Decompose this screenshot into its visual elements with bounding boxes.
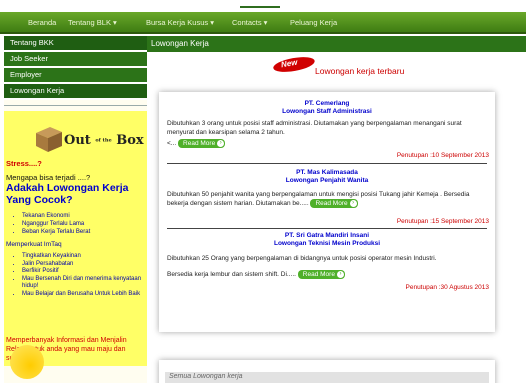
reasons-list: Tekanan Ekonomi Nganggur Terlalu Lama Be… bbox=[18, 212, 90, 236]
nav-beranda[interactable]: Beranda bbox=[28, 18, 56, 27]
all-jobs-title: Semua Lowongan kerja bbox=[169, 373, 243, 380]
job-deadline: Penutupan :30 Agustus 2013 bbox=[405, 284, 490, 291]
job-divider bbox=[167, 228, 487, 229]
main-content: Lowongan Kerja New Lowongan kerja terbar… bbox=[147, 36, 526, 383]
job-description: Dibutuhkan 3 orang untuk posisi staff ad… bbox=[167, 120, 462, 136]
job-position[interactable]: Lowongan Teknisi Mesin Produksi bbox=[159, 240, 495, 247]
arrow-right-icon: › bbox=[336, 271, 344, 278]
company-name[interactable]: PT. Cemerlang bbox=[159, 100, 495, 107]
decorative-circle bbox=[10, 345, 44, 379]
job-description: Dibutuhkan 50 penjahit wanita yang berpe… bbox=[167, 191, 470, 208]
list-item: Jalin Persahabatan bbox=[22, 261, 143, 269]
list-item: Beban Kerja Terlalu Berat bbox=[22, 228, 90, 236]
company-name[interactable]: PT. Sri Gatra Mandiri Insani bbox=[159, 232, 495, 239]
job-description-2: Bersedia kerja lembur dan sistem shift. … bbox=[167, 270, 487, 279]
list-item: Nganggur Terlalu Lama bbox=[22, 220, 90, 228]
new-badge-icon: New bbox=[272, 54, 317, 75]
read-more-row: <... Read More › bbox=[167, 139, 487, 148]
sidebar-divider bbox=[4, 105, 147, 106]
text-prefix: <... bbox=[167, 140, 177, 148]
job-deadline: Penutupan :10 September 2013 bbox=[396, 152, 489, 159]
main-header: Lowongan Kerja bbox=[147, 36, 526, 52]
box-icon bbox=[36, 127, 62, 152]
list-item: Berfikir Positif bbox=[22, 268, 143, 276]
big-question: Adakah Lowongan Kerja Yang Cocok? bbox=[6, 182, 129, 206]
stress-heading: Stress....? bbox=[6, 159, 42, 168]
read-more-button[interactable]: Read More › bbox=[310, 199, 358, 208]
sidebar-item-employer[interactable]: Employer bbox=[4, 68, 147, 84]
sidebar-menu: Tentang BKK Job Seeker Employer Lowongan… bbox=[4, 36, 147, 100]
out-of-the-box-logo: Out of the Box bbox=[34, 123, 144, 155]
sidebar-item-job-seeker[interactable]: Job Seeker bbox=[4, 52, 147, 68]
arrow-right-icon: › bbox=[349, 200, 357, 207]
company-name[interactable]: PT. Mas Kalimasada bbox=[159, 169, 495, 176]
job-description: Dibutuhkan 25 Orang yang berpengalaman d… bbox=[167, 255, 437, 262]
sidebar-item-tentang-bkk[interactable]: Tentang BKK bbox=[4, 36, 147, 52]
nav-peluang-kerja[interactable]: Peluang Kerja bbox=[290, 18, 337, 27]
newest-jobs-title: Lowongan kerja terbaru bbox=[315, 66, 405, 76]
main-navbar: Beranda Tentang BLK ▾ Bursa Kerja Kusus … bbox=[0, 12, 526, 34]
job-position[interactable]: Lowongan Penjahit Wanita bbox=[159, 177, 495, 184]
page-title: Lowongan Kerja bbox=[151, 39, 209, 48]
list-item: Mau Belajar dan Berusaha Untuk Lebih Bai… bbox=[22, 291, 143, 299]
job-listing-card: PT. Cemerlang Lowongan Staff Administras… bbox=[159, 92, 495, 332]
all-jobs-card: Semua Lowongan kerja bbox=[159, 360, 495, 383]
job-position[interactable]: Lowongan Staff Administrasi bbox=[159, 108, 495, 115]
read-more-button[interactable]: Read More › bbox=[297, 270, 345, 279]
job-deadline: Penutupan :15 September 2013 bbox=[396, 218, 489, 225]
list-item: Tingkatkan Keyakinan bbox=[22, 253, 143, 261]
arrow-right-icon: › bbox=[217, 140, 225, 147]
why-question: Mengapa bisa terjadi ....? bbox=[6, 173, 91, 182]
nav-bursa-kerja[interactable]: Bursa Kerja Kusus ▾ bbox=[146, 18, 214, 27]
list-item: Mau Bersenah Diri dan menerima kenyataan… bbox=[22, 276, 143, 291]
read-more-button[interactable]: Read More › bbox=[178, 139, 226, 148]
imtaq-heading: Memperkuat ImTaq bbox=[6, 241, 62, 248]
sidebar-item-lowongan-kerja[interactable]: Lowongan Kerja bbox=[4, 84, 147, 100]
sidebar-promo-box: Out of the Box Stress....? Mengapa bisa … bbox=[4, 111, 147, 366]
list-item: Tekanan Ekonomi bbox=[22, 212, 90, 220]
nav-contacts[interactable]: Contacts ▾ bbox=[232, 18, 267, 27]
imtaq-list: Tingkatkan Keyakinan Jalin Persahabatan … bbox=[18, 253, 143, 298]
top-mark bbox=[240, 6, 280, 8]
job-divider bbox=[167, 163, 487, 164]
logo-text: Out of the Box bbox=[64, 133, 144, 148]
top-strip bbox=[0, 0, 526, 12]
nav-tentang-blk[interactable]: Tentang BLK ▾ bbox=[68, 18, 117, 27]
